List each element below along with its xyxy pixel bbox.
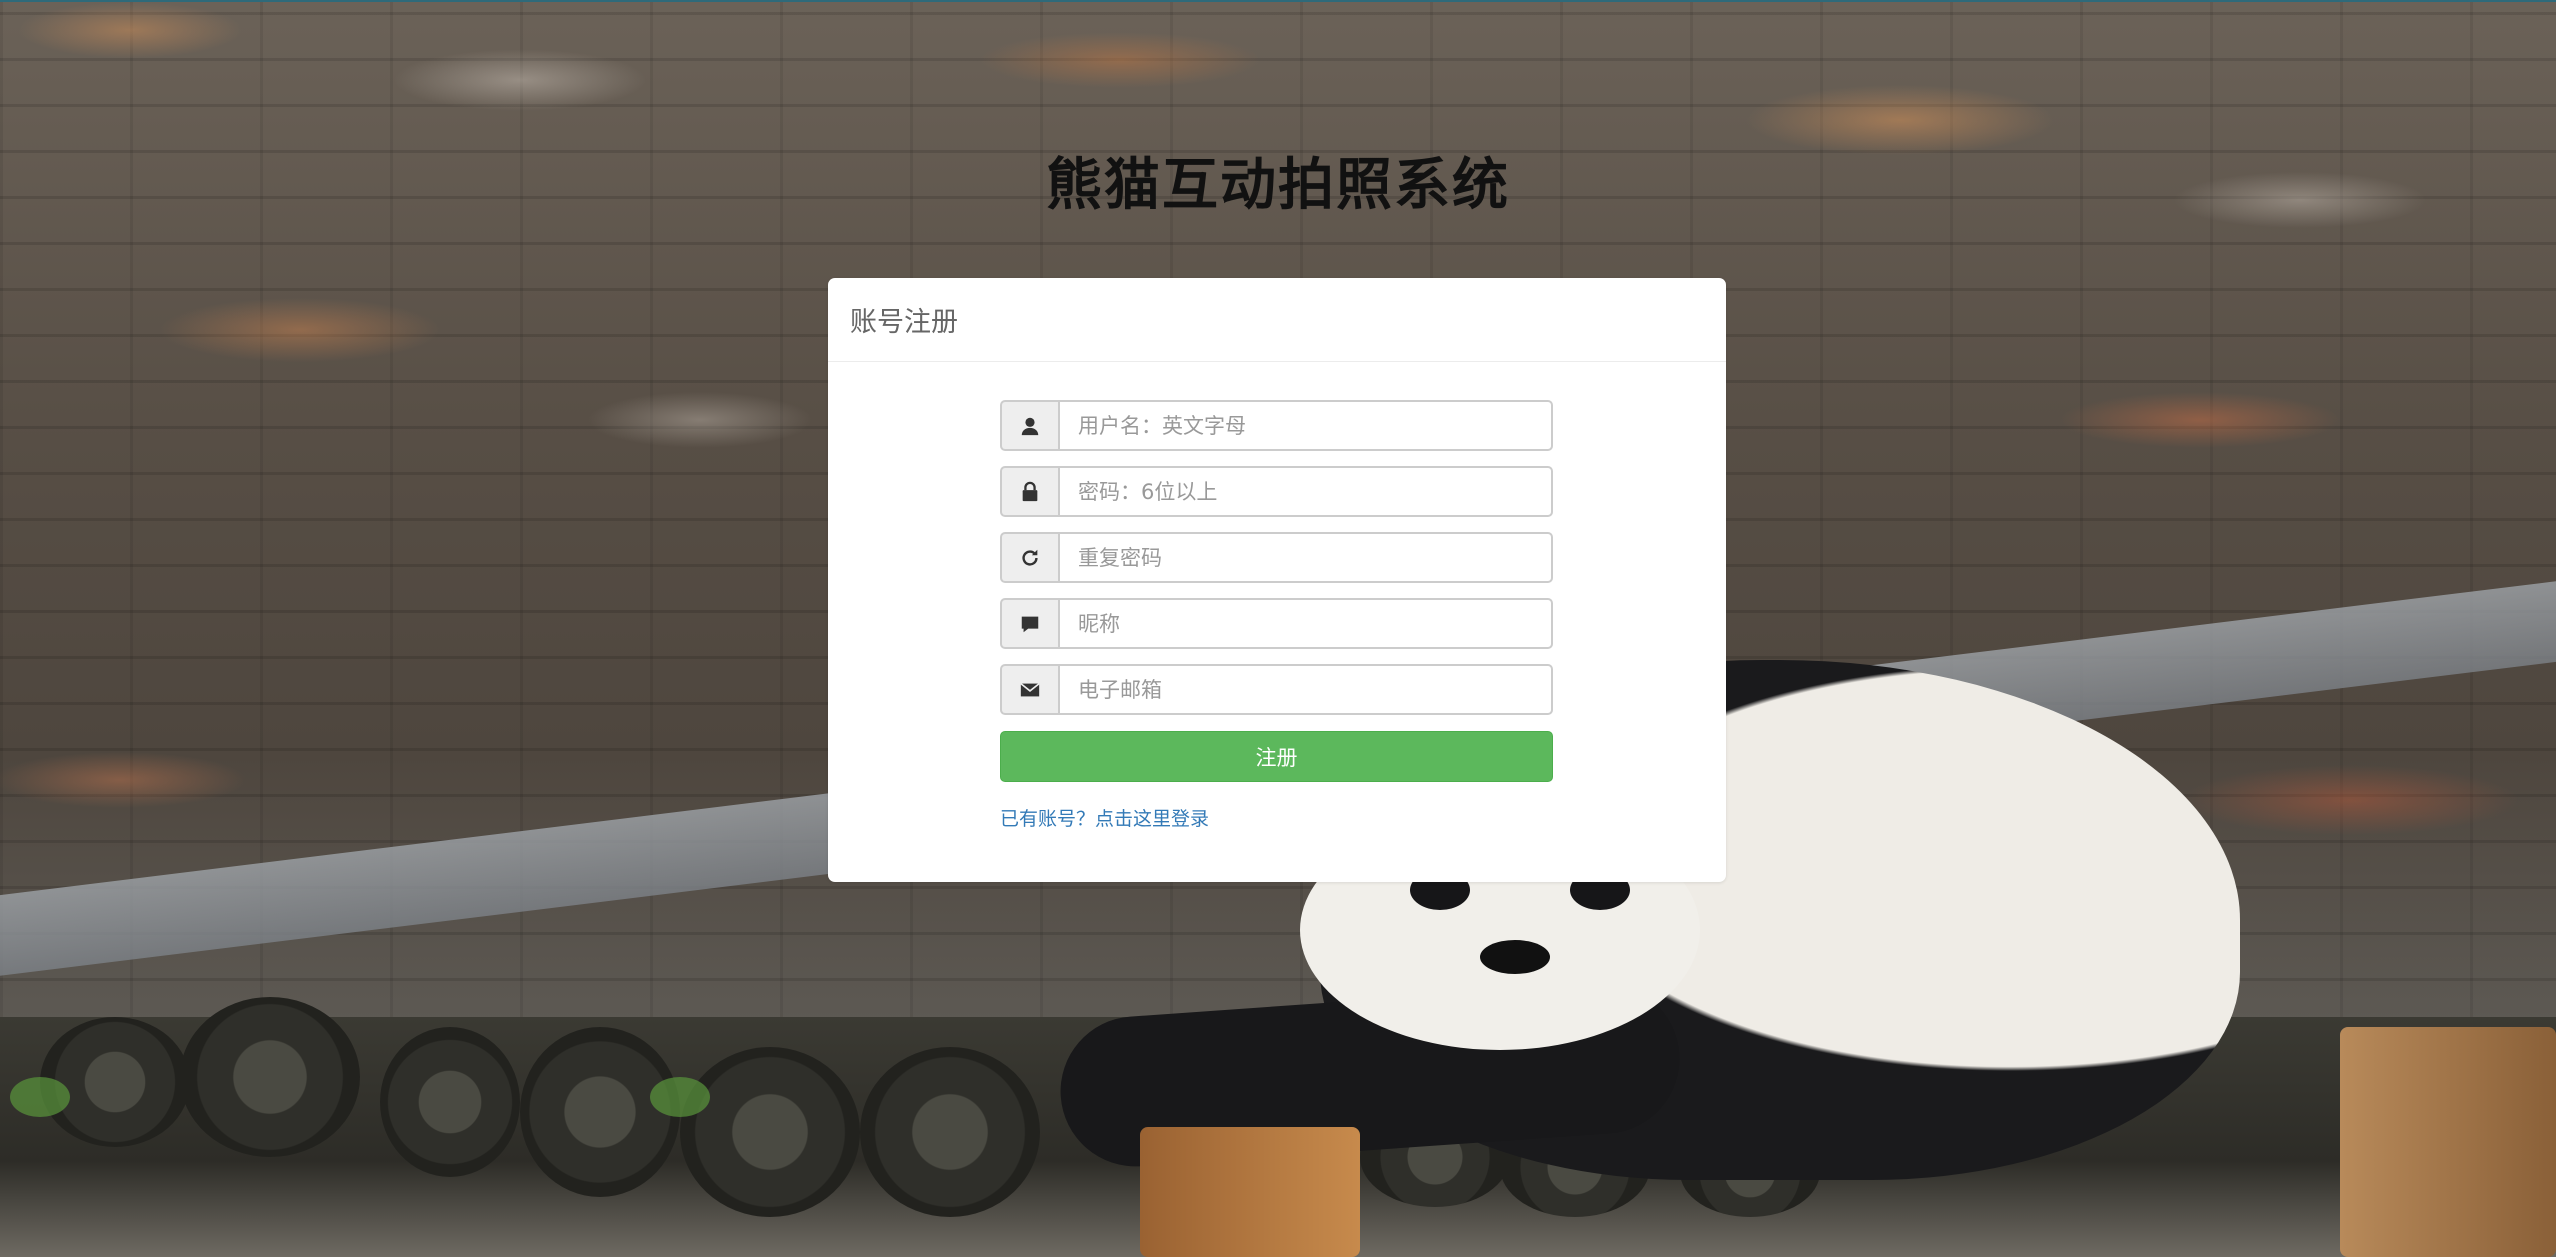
repeat-password-group <box>1000 532 1553 583</box>
username-group <box>1000 400 1553 451</box>
password-group <box>1000 466 1553 517</box>
comment-icon <box>1000 598 1058 649</box>
refresh-icon <box>1000 532 1058 583</box>
nickname-group <box>1000 598 1553 649</box>
page-title: 熊猫互动拍照系统 <box>1046 153 1510 218</box>
envelope-icon <box>1000 664 1058 715</box>
register-panel: 账号注册 用户名：英文字母 昵称 电子邮箱 注册 已有账号？点击这里登录 <box>828 278 1726 882</box>
email-group <box>1000 664 1553 715</box>
user-icon <box>1000 400 1058 451</box>
register-form: 注册 已有账号？点击这里登录 <box>1000 400 1553 831</box>
lock-icon <box>1000 466 1058 517</box>
register-button[interactable]: 注册 <box>1000 731 1553 782</box>
email-input[interactable] <box>1058 664 1553 715</box>
login-link[interactable]: 已有账号？点击这里登录 <box>1000 804 1209 831</box>
username-input[interactable] <box>1058 400 1553 451</box>
nickname-input[interactable] <box>1058 598 1553 649</box>
password-input[interactable] <box>1058 466 1553 517</box>
panel-heading: 账号注册 <box>828 278 1726 362</box>
repeat-password-input[interactable] <box>1058 532 1553 583</box>
